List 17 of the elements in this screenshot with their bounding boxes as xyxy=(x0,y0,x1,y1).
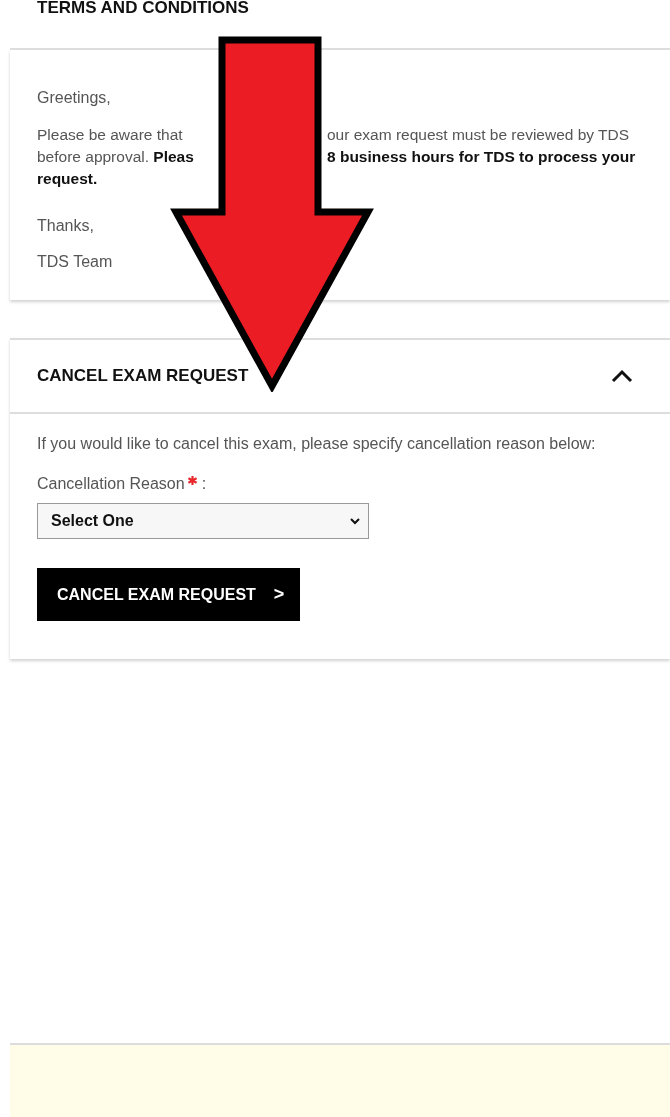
section-title: TERMS AND CONDITIONS xyxy=(37,0,249,18)
message-text: before approval. Pleas xyxy=(37,147,194,167)
label-colon: : xyxy=(201,475,207,493)
greeting-text: Greetings, xyxy=(37,88,112,108)
reason-dropdown[interactable]: Select One xyxy=(37,503,369,539)
signature-text: TDS Team xyxy=(37,252,114,272)
thanks-text: Thanks, xyxy=(37,216,95,236)
message-text: our exam request must be reviewed by TDS xyxy=(327,125,630,145)
chevron-down-icon xyxy=(350,517,360,525)
cancel-request-button[interactable]: CANCEL EXAM REQUEST > xyxy=(37,568,301,621)
section-title: CANCEL EXAM REQUEST xyxy=(37,366,249,386)
field-label: Cancellation Reason xyxy=(37,475,185,493)
message-text: request. xyxy=(37,169,98,189)
instruction-text: If you would like to cancel this exam, please specify cancellation reason below: xyxy=(37,434,597,454)
message-text: Please be aware that xyxy=(37,125,183,145)
message-text: 8 business hours for TDS to process your xyxy=(327,147,636,167)
collapse-caret-icon[interactable] xyxy=(610,368,634,384)
